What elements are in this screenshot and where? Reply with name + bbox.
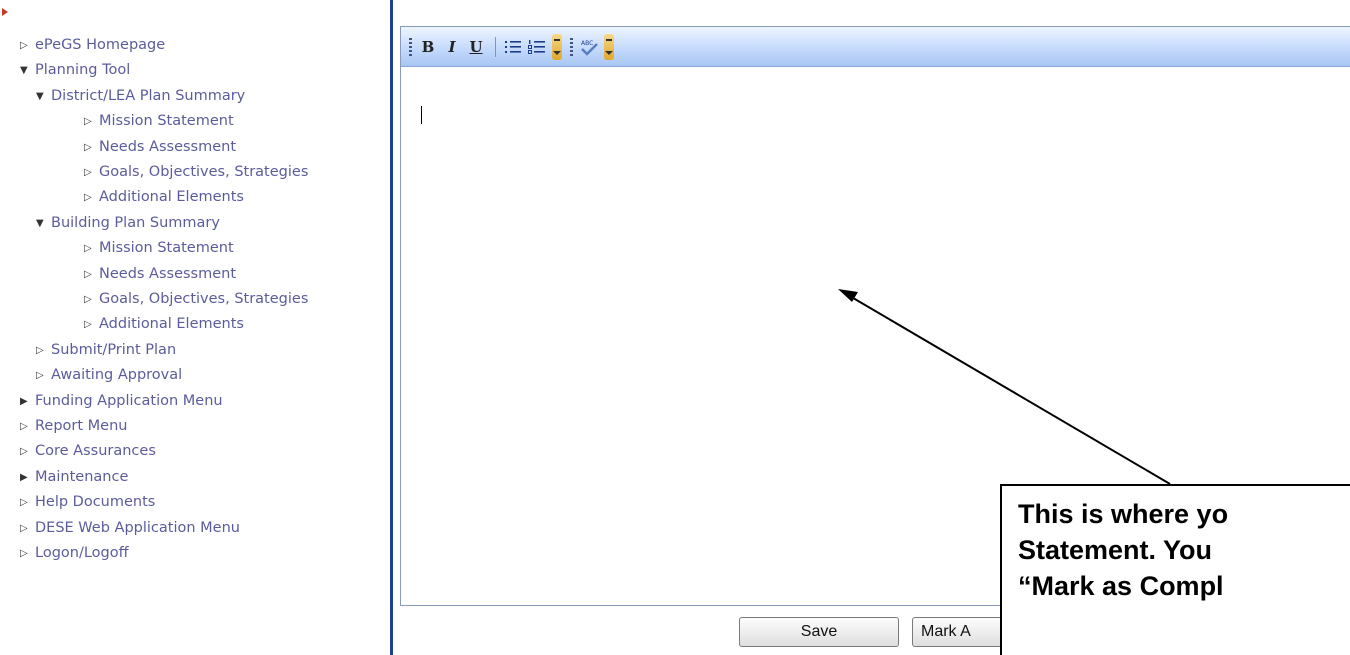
callout-line: “Mark as Compl xyxy=(1018,571,1224,601)
annotation-callout: This is where yo Statement. You “Mark as… xyxy=(1000,484,1350,655)
callout-line: Statement. You xyxy=(1018,535,1213,565)
callout-line: This is where yo xyxy=(1018,499,1229,529)
